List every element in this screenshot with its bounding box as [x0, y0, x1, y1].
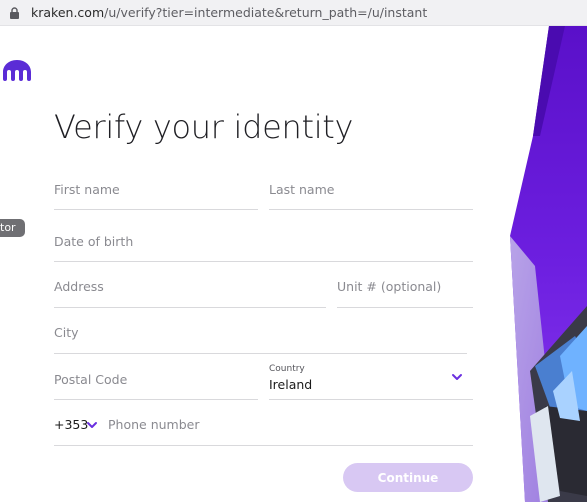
- country-label: Country: [269, 364, 305, 374]
- date-of-birth-field[interactable]: Date of birth: [54, 228, 473, 262]
- first-name-placeholder: First name: [54, 182, 120, 197]
- chevron-down-icon: [452, 374, 462, 380]
- city-placeholder: City: [54, 325, 79, 340]
- postal-code-placeholder: Postal Code: [54, 372, 128, 387]
- lock-icon: [7, 6, 21, 20]
- address-field[interactable]: Address: [54, 274, 326, 308]
- country-value: Ireland: [269, 377, 313, 392]
- city-field[interactable]: City: [54, 320, 467, 354]
- page-title: Verify your identity: [54, 108, 354, 146]
- phone-field[interactable]: Phone number: [54, 412, 473, 446]
- address-placeholder: Address: [54, 279, 104, 294]
- side-tab[interactable]: tor: [0, 219, 25, 237]
- last-name-field[interactable]: Last name: [269, 176, 473, 210]
- chevron-down-icon[interactable]: [86, 420, 98, 430]
- date-of-birth-placeholder: Date of birth: [54, 234, 134, 249]
- phone-country-code[interactable]: +353: [54, 417, 88, 432]
- url-text[interactable]: kraken.com/u/verify?tier=intermediate&re…: [31, 5, 427, 20]
- unit-field[interactable]: Unit # (optional): [337, 274, 473, 308]
- country-select[interactable]: Country Ireland: [269, 364, 473, 400]
- kraken-logo[interactable]: [2, 59, 32, 81]
- phone-placeholder: Phone number: [108, 417, 200, 432]
- browser-address-bar[interactable]: kraken.com/u/verify?tier=intermediate&re…: [0, 0, 587, 26]
- verify-page: tor Verify your identity First name Last…: [0, 26, 587, 502]
- postal-code-field[interactable]: Postal Code: [54, 366, 258, 400]
- first-name-field[interactable]: First name: [54, 176, 258, 210]
- unit-placeholder: Unit # (optional): [337, 279, 442, 294]
- last-name-placeholder: Last name: [269, 182, 335, 197]
- continue-button[interactable]: Continue: [343, 463, 473, 492]
